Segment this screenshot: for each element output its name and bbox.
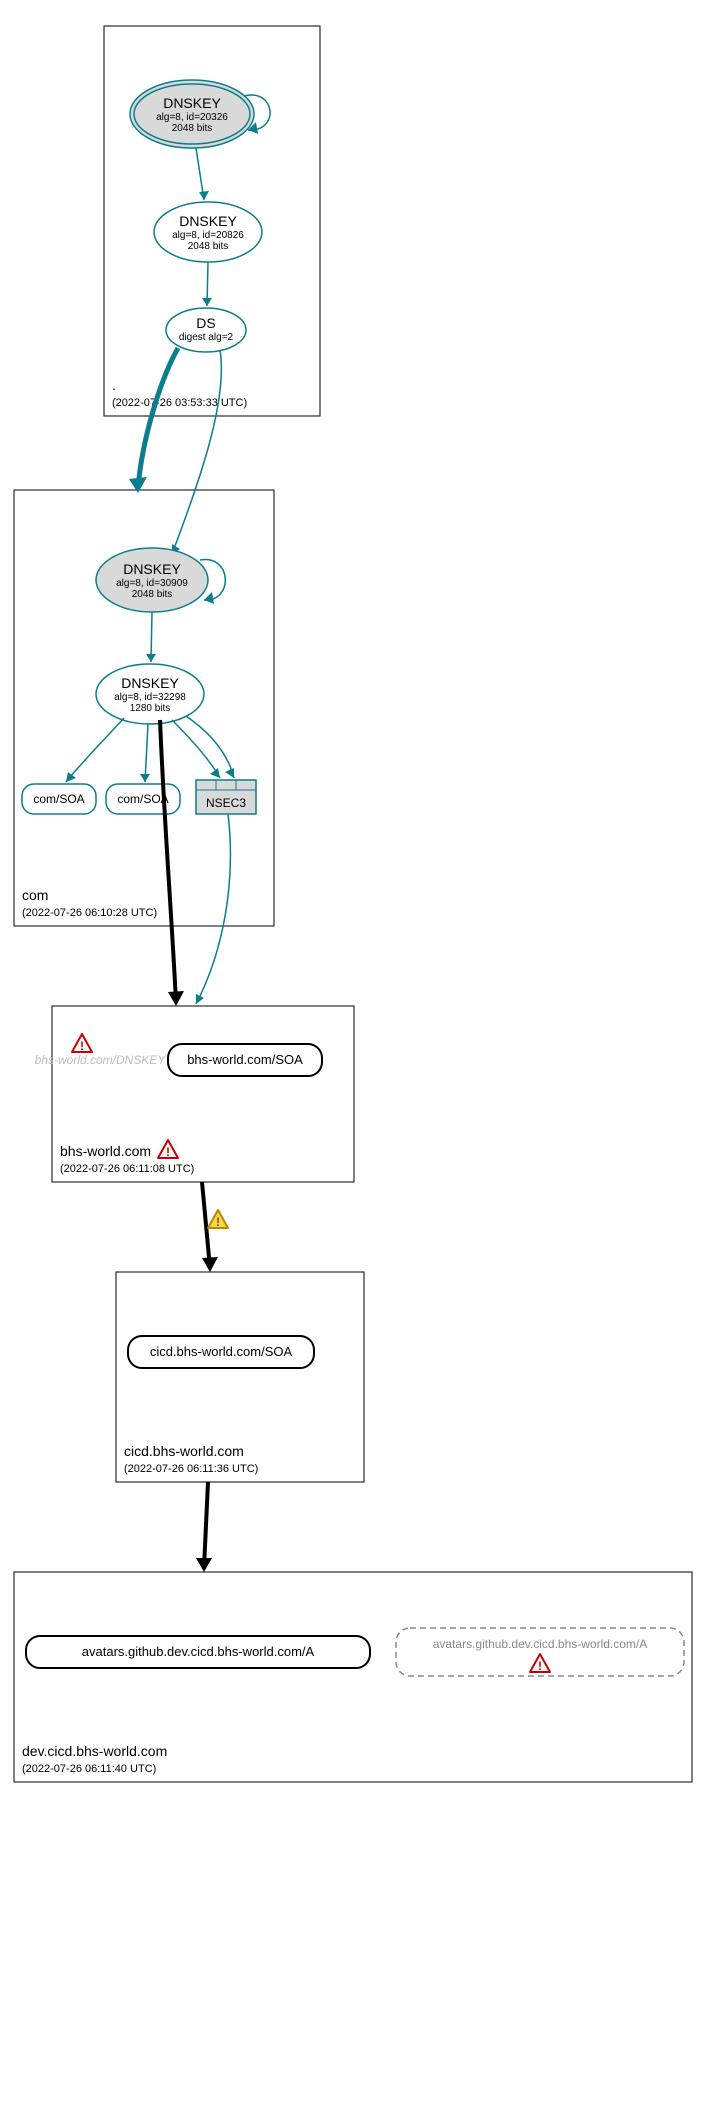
- svg-text:2048 bits: 2048 bits: [132, 589, 173, 600]
- edge-com2-soa1: [66, 718, 124, 782]
- node-dnskey-root1: DNSKEY alg=8, id=20326 2048 bits: [130, 80, 254, 148]
- svg-text:com/SOA: com/SOA: [117, 792, 168, 806]
- svg-text:cicd.bhs-world.com/SOA: cicd.bhs-world.com/SOA: [150, 1344, 293, 1359]
- svg-text:com/SOA: com/SOA: [33, 792, 84, 806]
- zone-cicd-ts: (2022-07-26 06:11:36 UTC): [124, 1463, 258, 1475]
- node-ds-root: DS digest alg=2: [166, 308, 246, 352]
- svg-text:2048 bits: 2048 bits: [188, 241, 229, 252]
- zone-devcicd-ts: (2022-07-26 06:11:40 UTC): [22, 1763, 156, 1775]
- node-nsec3: NSEC3: [196, 780, 256, 814]
- svg-text:!: !: [216, 1215, 220, 1229]
- alert-icon-bhs-zone: !: [158, 1140, 178, 1159]
- svg-text:!: !: [538, 1659, 542, 1673]
- svg-text:DNSKEY: DNSKEY: [179, 213, 237, 229]
- svg-text:!: !: [80, 1039, 84, 1053]
- svg-text:alg=8, id=20326: alg=8, id=20326: [156, 112, 228, 123]
- svg-text:bhs-world.com/SOA: bhs-world.com/SOA: [187, 1052, 303, 1067]
- svg-text:DNSKEY: DNSKEY: [123, 561, 181, 577]
- svg-text:digest alg=2: digest alg=2: [179, 332, 234, 343]
- zone-cicd-label: cicd.bhs-world.com: [124, 1443, 244, 1459]
- zone-bhs-label: bhs-world.com: [60, 1143, 151, 1159]
- zone-bhs-ts: (2022-07-26 06:11:08 UTC): [60, 1163, 194, 1175]
- edge-com2-nsec3a: [172, 720, 220, 778]
- svg-text:alg=8, id=30909: alg=8, id=30909: [116, 578, 188, 589]
- svg-text:alg=8, id=20826: alg=8, id=20826: [172, 230, 244, 241]
- node-bhs-dnskey-faded: bhs-world.com/DNSKEY: [35, 1053, 167, 1067]
- svg-text:1280 bits: 1280 bits: [130, 703, 171, 714]
- svg-text:2048 bits: 2048 bits: [172, 123, 213, 134]
- zone-com-label: com: [22, 887, 48, 903]
- edge-nsec3-bhs: [196, 814, 230, 1004]
- alert-icon-bhs-dnskey: !: [72, 1034, 92, 1053]
- edge-com2-soa2: [145, 724, 148, 782]
- zone-root-label: .: [112, 377, 116, 393]
- edge-com-bhs-black: [160, 720, 176, 1002]
- svg-text:alg=8, id=32298: alg=8, id=32298: [114, 692, 186, 703]
- svg-text:avatars.github.dev.cicd.bhs-wo: avatars.github.dev.cicd.bhs-world.com/A: [433, 1637, 648, 1651]
- svg-text:NSEC3: NSEC3: [206, 796, 246, 810]
- svg-text:DS: DS: [196, 315, 215, 331]
- node-dnskey-com1: DNSKEY alg=8, id=30909 2048 bits: [96, 548, 208, 612]
- edge-com2-nsec3b: [186, 716, 234, 778]
- edge-ds-com-bold: [138, 348, 178, 488]
- edge-cicd-devcicd: [204, 1482, 208, 1568]
- dnssec-graph: . (2022-07-26 03:53:33 UTC) DNSKEY alg=8…: [0, 0, 709, 2127]
- svg-text:DNSKEY: DNSKEY: [121, 675, 179, 691]
- svg-text:avatars.github.dev.cicd.bhs-wo: avatars.github.dev.cicd.bhs-world.com/A: [82, 1644, 315, 1659]
- svg-text:!: !: [166, 1145, 170, 1159]
- zone-devcicd-label: dev.cicd.bhs-world.com: [22, 1743, 167, 1759]
- svg-text:DNSKEY: DNSKEY: [163, 95, 221, 111]
- zone-com-ts: (2022-07-26 06:10:28 UTC): [22, 907, 157, 919]
- edge-ds-com-thin: [172, 350, 221, 554]
- node-dnskey-root2: DNSKEY alg=8, id=20826 2048 bits: [154, 202, 262, 262]
- warning-icon-bhs-cicd: !: [208, 1210, 228, 1229]
- node-dnskey-com2: DNSKEY alg=8, id=32298 1280 bits: [96, 664, 204, 724]
- zone-root-ts: (2022-07-26 03:53:33 UTC): [112, 397, 247, 409]
